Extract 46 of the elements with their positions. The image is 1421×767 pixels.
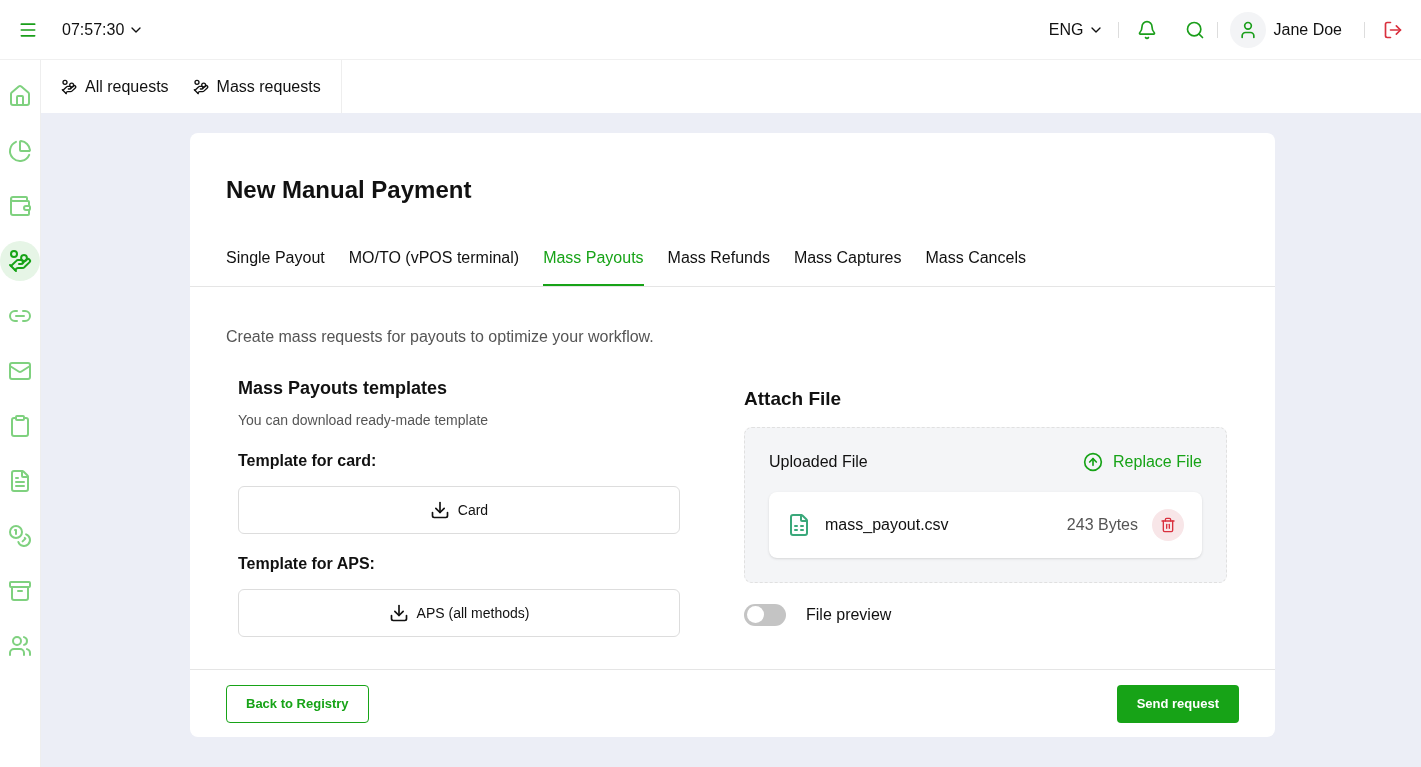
templates-heading: Mass Payouts templates <box>238 377 449 400</box>
mail-icon <box>8 359 32 383</box>
template-label: Template for card: <box>238 451 378 471</box>
hand-coins-icon <box>192 78 209 95</box>
delete-icon <box>1160 516 1176 533</box>
uploaded-label: Uploaded File <box>769 451 868 472</box>
file-name: mass_payout.csv <box>825 514 950 535</box>
template-label: Template for APS: <box>238 554 376 574</box>
subnav-link[interactable]: Mass requests <box>192 74 321 99</box>
hand-coins-icon <box>61 78 77 95</box>
delete-button[interactable] <box>1152 508 1184 541</box>
tab[interactable]: Mass Cancels <box>925 246 1026 286</box>
logout-icon[interactable] <box>1383 19 1403 40</box>
hand-coins-icon <box>8 249 32 273</box>
preview-label: File preview <box>806 604 892 625</box>
attach-heading: Attach File <box>744 387 843 411</box>
clipboard-icon <box>8 414 32 438</box>
upload-icon <box>1083 451 1104 472</box>
document-icon <box>8 469 32 493</box>
wallet-icon <box>8 194 32 218</box>
description: Create mass requests for payouts to optimize your workflow. <box>225 327 655 347</box>
tab[interactable]: Single Payout <box>226 246 325 286</box>
language-dropdown[interactable]: ENG <box>1048 17 1104 42</box>
page-title: New Manual Payment <box>225 175 473 205</box>
preview-toggle[interactable] <box>744 603 786 626</box>
tab[interactable]: MO/TO (vPOS terminal) <box>348 246 520 286</box>
tab[interactable]: Mass Refunds <box>667 246 770 286</box>
file-size: 243 Bytes <box>1066 514 1138 535</box>
download-icon <box>388 603 409 623</box>
download-button[interactable]: Card <box>238 486 680 534</box>
sidebar-item[interactable] <box>0 241 40 281</box>
subnav-link[interactable]: All requests <box>61 74 169 99</box>
notifications-icon[interactable] <box>1136 19 1157 40</box>
download-icon <box>429 500 450 520</box>
download-button[interactable]: APS (all methods) <box>238 589 680 637</box>
archive-icon <box>8 579 32 603</box>
spreadsheet-icon <box>787 512 811 537</box>
templates-subtitle: You can download ready-made template <box>238 411 490 430</box>
pie-chart-icon <box>8 139 32 163</box>
user-name[interactable]: Jane Doe <box>1273 17 1342 42</box>
time-dropdown[interactable]: 07:57:30 <box>62 17 145 42</box>
users-icon <box>8 634 32 658</box>
search-icon[interactable] <box>1184 19 1205 40</box>
home-icon <box>8 84 32 108</box>
tab[interactable]: Mass Captures <box>793 246 902 286</box>
avatar[interactable] <box>1229 11 1266 48</box>
